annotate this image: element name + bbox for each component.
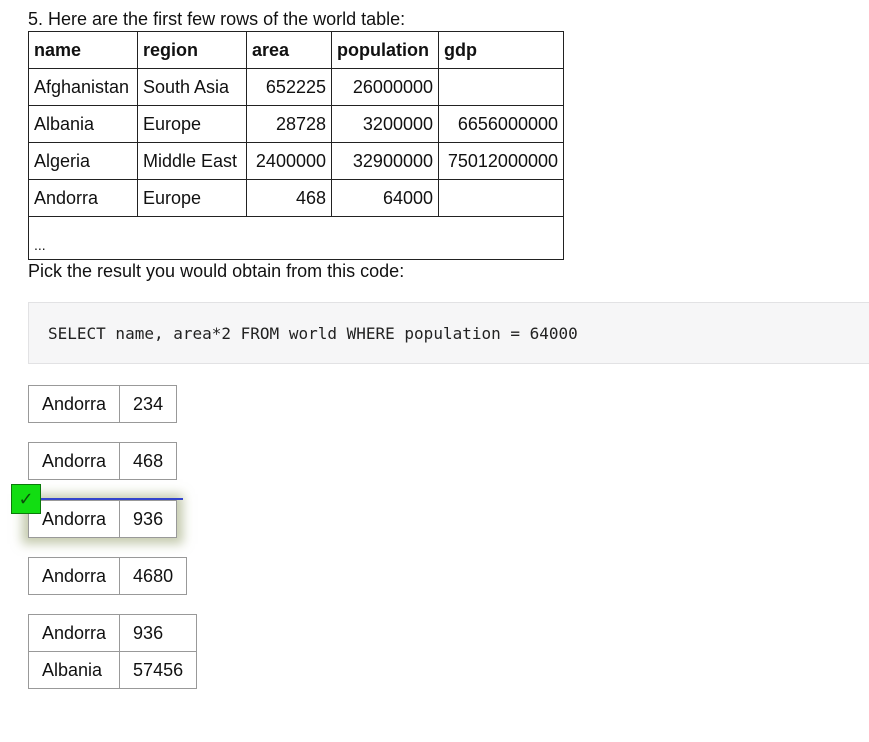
option-cell-value: 4680 bbox=[119, 557, 188, 595]
answer-option-b[interactable]: Andorra 468 bbox=[27, 442, 178, 480]
ellipsis-cell: ... bbox=[28, 216, 564, 260]
option-row: Andorra 234 bbox=[27, 385, 178, 423]
cell-gdp bbox=[438, 179, 564, 217]
table-row: Andorra Europe 468 64000 bbox=[28, 179, 564, 217]
question-text: 5. Here are the first few rows of the wo… bbox=[28, 9, 406, 29]
table-ellipsis-row: ... bbox=[28, 216, 564, 260]
cell-region: South Asia bbox=[137, 68, 247, 106]
check-icon: ✓ bbox=[11, 484, 41, 514]
option-cell-name: Andorra bbox=[27, 442, 121, 480]
cell-gdp: 6656000000 bbox=[438, 105, 564, 143]
option-cell-value: 234 bbox=[119, 385, 178, 423]
code-block: SELECT name, area*2 FROM world WHERE pop… bbox=[28, 302, 869, 364]
selection-underline bbox=[41, 498, 183, 500]
option-cell-name: Andorra bbox=[27, 557, 121, 595]
cell-population: 3200000 bbox=[331, 105, 439, 143]
sql-code: SELECT name, area*2 FROM world WHERE pop… bbox=[48, 324, 578, 343]
cell-population: 32900000 bbox=[331, 142, 439, 180]
cell-region: Europe bbox=[137, 105, 247, 143]
answer-option-c[interactable]: Andorra 936 bbox=[27, 500, 178, 538]
option-cell-value: 57456 bbox=[119, 651, 198, 689]
table-row: Algeria Middle East 2400000 32900000 750… bbox=[28, 142, 564, 180]
header-name: name bbox=[28, 31, 138, 69]
header-gdp: gdp bbox=[438, 31, 564, 69]
cell-population: 64000 bbox=[331, 179, 439, 217]
answer-option-e[interactable]: Andorra 936 Albania 57456 bbox=[27, 614, 198, 689]
answer-option-a[interactable]: Andorra 234 bbox=[27, 385, 178, 423]
option-cell-name: Andorra bbox=[27, 385, 121, 423]
cell-area: 468 bbox=[246, 179, 332, 217]
cell-name: Afghanistan bbox=[28, 68, 138, 106]
world-table: name region area population gdp Afghanis… bbox=[28, 31, 564, 260]
option-cell-name: Andorra bbox=[27, 500, 121, 538]
option-cell-value: 936 bbox=[119, 614, 198, 652]
cell-area: 652225 bbox=[246, 68, 332, 106]
option-row: Andorra 936 bbox=[27, 500, 178, 538]
option-cell-value: 936 bbox=[119, 500, 178, 538]
cell-region: Middle East bbox=[137, 142, 247, 180]
cell-region: Europe bbox=[137, 179, 247, 217]
cell-gdp: 75012000000 bbox=[438, 142, 564, 180]
prompt-text: Pick the result you would obtain from th… bbox=[28, 261, 405, 281]
answer-option-d[interactable]: Andorra 4680 bbox=[27, 557, 188, 595]
header-area: area bbox=[246, 31, 332, 69]
table-header-row: name region area population gdp bbox=[28, 31, 564, 69]
cell-area: 2400000 bbox=[246, 142, 332, 180]
option-row: Albania 57456 bbox=[27, 651, 198, 689]
table-row: Albania Europe 28728 3200000 6656000000 bbox=[28, 105, 564, 143]
header-region: region bbox=[137, 31, 247, 69]
option-cell-value: 468 bbox=[119, 442, 178, 480]
option-cell-name: Andorra bbox=[27, 614, 121, 652]
option-row: Andorra 936 bbox=[27, 614, 198, 652]
option-row: Andorra 4680 bbox=[27, 557, 188, 595]
cell-gdp bbox=[438, 68, 564, 106]
cell-name: Albania bbox=[28, 105, 138, 143]
table-row: Afghanistan South Asia 652225 26000000 bbox=[28, 68, 564, 106]
option-cell-name: Albania bbox=[27, 651, 121, 689]
cell-name: Andorra bbox=[28, 179, 138, 217]
option-row: Andorra 468 bbox=[27, 442, 178, 480]
cell-population: 26000000 bbox=[331, 68, 439, 106]
cell-name: Algeria bbox=[28, 142, 138, 180]
header-population: population bbox=[331, 31, 439, 69]
cell-area: 28728 bbox=[246, 105, 332, 143]
